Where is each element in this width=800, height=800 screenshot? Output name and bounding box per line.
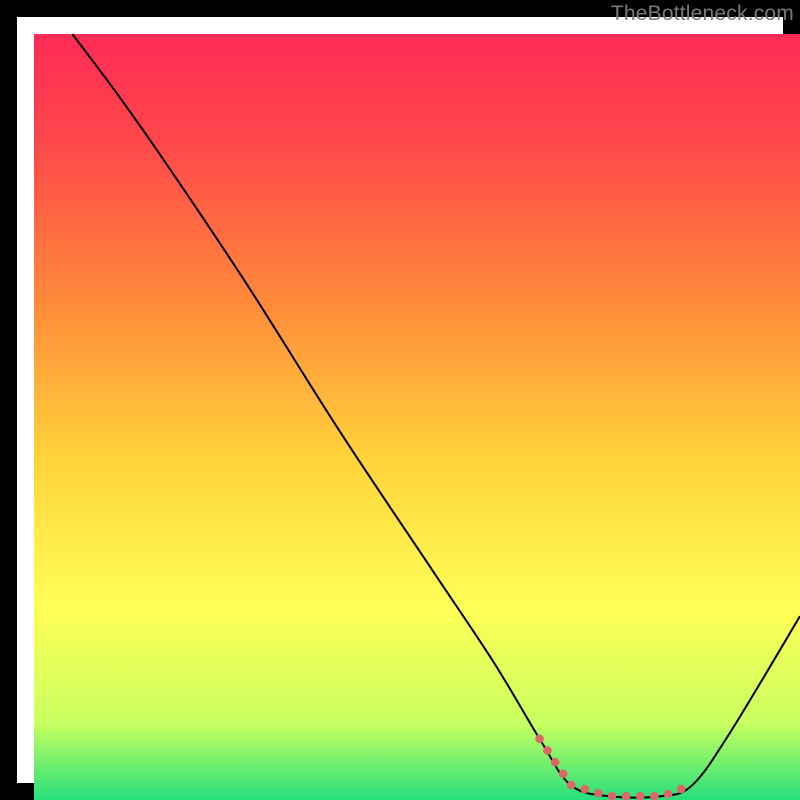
chart-frame — [0, 0, 800, 800]
plot-area — [34, 34, 800, 800]
bottleneck-curve — [34, 34, 800, 800]
watermark-text: TheBottleneck.com — [611, 2, 794, 26]
